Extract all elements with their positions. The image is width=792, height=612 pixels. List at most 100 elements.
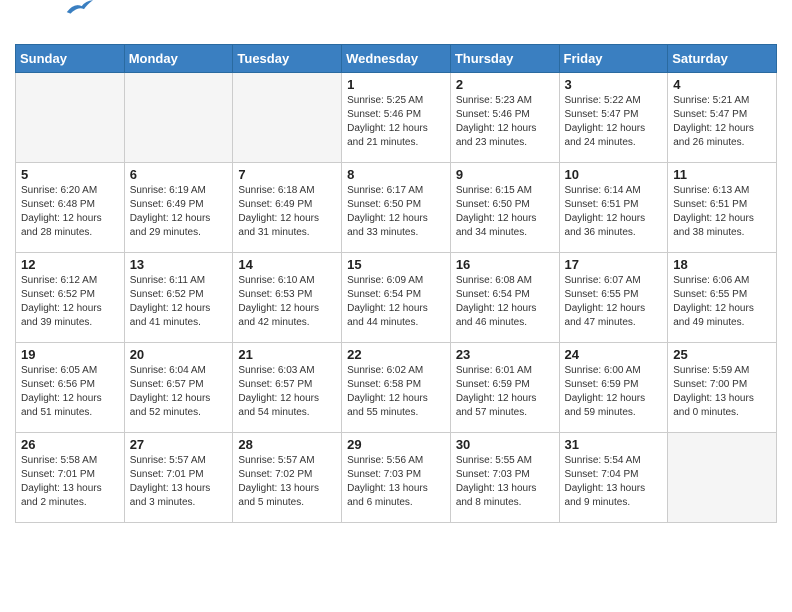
calendar-day-cell [233,73,342,163]
day-info-text: Sunrise: 6:19 AM Sunset: 6:49 PM Dayligh… [130,184,228,240]
day-number: 2 [456,77,554,92]
calendar-header-row: SundayMondayTuesdayWednesdayThursdayFrid… [16,45,777,73]
calendar-day-cell: 14 Sunrise: 6:10 AM Sunset: 6:53 PM Dayli… [233,253,342,343]
day-info-text: Sunrise: 5:21 AM Sunset: 5:47 PM Dayligh… [673,94,771,150]
day-info-text: Sunrise: 5:59 AM Sunset: 7:00 PM Dayligh… [673,364,771,420]
day-info-text: Sunrise: 6:06 AM Sunset: 6:55 PM Dayligh… [673,274,771,330]
day-of-week-header: Sunday [16,45,125,73]
day-info-text: Sunrise: 6:00 AM Sunset: 6:59 PM Dayligh… [565,364,663,420]
day-info-text: Sunrise: 6:07 AM Sunset: 6:55 PM Dayligh… [565,274,663,330]
day-number: 13 [130,257,228,272]
day-info-text: Sunrise: 6:18 AM Sunset: 6:49 PM Dayligh… [238,184,336,240]
calendar-week-row: 1 Sunrise: 5:25 AM Sunset: 5:46 PM Daylig… [16,73,777,163]
calendar-day-cell: 29 Sunrise: 5:56 AM Sunset: 7:03 PM Dayli… [342,433,451,523]
day-info-text: Sunrise: 5:56 AM Sunset: 7:03 PM Dayligh… [347,454,445,510]
calendar-day-cell: 2Sunrise: 5:23 AM Sunset: 5:46 PM Daylig… [450,73,559,163]
calendar-day-cell: 31 Sunrise: 5:54 AM Sunset: 7:04 PM Dayli… [559,433,668,523]
day-number: 6 [130,167,228,182]
calendar-day-cell: 1 Sunrise: 5:25 AM Sunset: 5:46 PM Daylig… [342,73,451,163]
day-number: 19 [21,347,119,362]
day-info-text: Sunrise: 6:14 AM Sunset: 6:51 PM Dayligh… [565,184,663,240]
day-number: 15 [347,257,445,272]
calendar-day-cell: 6 Sunrise: 6:19 AM Sunset: 6:49 PM Daylig… [124,163,233,253]
calendar-week-row: 19 Sunrise: 6:05 AM Sunset: 6:56 PM Dayli… [16,343,777,433]
day-info-text: Sunrise: 6:13 AM Sunset: 6:51 PM Dayligh… [673,184,771,240]
day-number: 5 [21,167,119,182]
day-number: 27 [130,437,228,452]
day-number: 7 [238,167,336,182]
calendar-day-cell: 7 Sunrise: 6:18 AM Sunset: 6:49 PM Daylig… [233,163,342,253]
calendar-week-row: 5 Sunrise: 6:20 AM Sunset: 6:48 PM Daylig… [16,163,777,253]
day-number: 12 [21,257,119,272]
calendar-day-cell: 3 Sunrise: 5:22 AM Sunset: 5:47 PM Daylig… [559,73,668,163]
logo-bird-icon [63,0,93,18]
calendar-day-cell: 27 Sunrise: 5:57 AM Sunset: 7:01 PM Dayli… [124,433,233,523]
day-number: 31 [565,437,663,452]
calendar-day-cell: 4 Sunrise: 5:21 AM Sunset: 5:47 PM Daylig… [668,73,777,163]
day-info-text: Sunrise: 6:05 AM Sunset: 6:56 PM Dayligh… [21,364,119,420]
day-info-text: Sunrise: 6:20 AM Sunset: 6:48 PM Dayligh… [21,184,119,240]
calendar-day-cell: 23 Sunrise: 6:01 AM Sunset: 6:59 PM Dayli… [450,343,559,433]
day-number: 3 [565,77,663,92]
calendar-day-cell: 15 Sunrise: 6:09 AM Sunset: 6:54 PM Dayli… [342,253,451,343]
calendar-day-cell: 12 Sunrise: 6:12 AM Sunset: 6:52 PM Dayli… [16,253,125,343]
calendar-day-cell: 17 Sunrise: 6:07 AM Sunset: 6:55 PM Dayli… [559,253,668,343]
calendar-week-row: 12 Sunrise: 6:12 AM Sunset: 6:52 PM Dayli… [16,253,777,343]
day-number: 14 [238,257,336,272]
calendar-day-cell: 25Sunrise: 5:59 AM Sunset: 7:00 PM Dayli… [668,343,777,433]
day-info-text: Sunrise: 5:25 AM Sunset: 5:46 PM Dayligh… [347,94,445,150]
calendar-day-cell: 22 Sunrise: 6:02 AM Sunset: 6:58 PM Dayli… [342,343,451,433]
day-info-text: Sunrise: 5:58 AM Sunset: 7:01 PM Dayligh… [21,454,119,510]
day-info-text: Sunrise: 6:10 AM Sunset: 6:53 PM Dayligh… [238,274,336,330]
day-number: 10 [565,167,663,182]
day-info-text: Sunrise: 6:04 AM Sunset: 6:57 PM Dayligh… [130,364,228,420]
day-info-text: Sunrise: 5:57 AM Sunset: 7:02 PM Dayligh… [238,454,336,510]
day-number: 30 [456,437,554,452]
day-number: 1 [347,77,445,92]
day-of-week-header: Friday [559,45,668,73]
day-info-text: Sunrise: 6:09 AM Sunset: 6:54 PM Dayligh… [347,274,445,330]
day-info-text: Sunrise: 6:12 AM Sunset: 6:52 PM Dayligh… [21,274,119,330]
day-number: 18 [673,257,771,272]
calendar-week-row: 26 Sunrise: 5:58 AM Sunset: 7:01 PM Dayli… [16,433,777,523]
day-number: 17 [565,257,663,272]
day-info-text: Sunrise: 6:08 AM Sunset: 6:54 PM Dayligh… [456,274,554,330]
day-number: 29 [347,437,445,452]
day-info-text: Sunrise: 6:02 AM Sunset: 6:58 PM Dayligh… [347,364,445,420]
calendar-day-cell: 24Sunrise: 6:00 AM Sunset: 6:59 PM Dayli… [559,343,668,433]
calendar-table: SundayMondayTuesdayWednesdayThursdayFrid… [15,44,777,523]
day-number: 23 [456,347,554,362]
calendar-day-cell: 28 Sunrise: 5:57 AM Sunset: 7:02 PM Dayli… [233,433,342,523]
day-info-text: Sunrise: 6:01 AM Sunset: 6:59 PM Dayligh… [456,364,554,420]
calendar-day-cell [668,433,777,523]
day-info-text: Sunrise: 5:22 AM Sunset: 5:47 PM Dayligh… [565,94,663,150]
calendar-day-cell: 11 Sunrise: 6:13 AM Sunset: 6:51 PM Dayli… [668,163,777,253]
calendar-day-cell [124,73,233,163]
day-number: 9 [456,167,554,182]
calendar-day-cell: 21Sunrise: 6:03 AM Sunset: 6:57 PM Dayli… [233,343,342,433]
day-number: 11 [673,167,771,182]
day-number: 26 [21,437,119,452]
page-header [15,10,777,36]
calendar-day-cell: 13 Sunrise: 6:11 AM Sunset: 6:52 PM Dayli… [124,253,233,343]
day-info-text: Sunrise: 5:57 AM Sunset: 7:01 PM Dayligh… [130,454,228,510]
day-info-text: Sunrise: 6:17 AM Sunset: 6:50 PM Dayligh… [347,184,445,240]
day-of-week-header: Wednesday [342,45,451,73]
day-info-text: Sunrise: 6:03 AM Sunset: 6:57 PM Dayligh… [238,364,336,420]
calendar-day-cell [16,73,125,163]
day-number: 28 [238,437,336,452]
day-info-text: Sunrise: 6:15 AM Sunset: 6:50 PM Dayligh… [456,184,554,240]
day-number: 20 [130,347,228,362]
calendar-day-cell: 9 Sunrise: 6:15 AM Sunset: 6:50 PM Daylig… [450,163,559,253]
day-info-text: Sunrise: 5:55 AM Sunset: 7:03 PM Dayligh… [456,454,554,510]
calendar-day-cell: 18 Sunrise: 6:06 AM Sunset: 6:55 PM Dayli… [668,253,777,343]
day-number: 22 [347,347,445,362]
day-number: 4 [673,77,771,92]
day-info-text: Sunrise: 6:11 AM Sunset: 6:52 PM Dayligh… [130,274,228,330]
day-of-week-header: Thursday [450,45,559,73]
day-of-week-header: Monday [124,45,233,73]
calendar-day-cell: 26 Sunrise: 5:58 AM Sunset: 7:01 PM Dayli… [16,433,125,523]
day-info-text: Sunrise: 5:54 AM Sunset: 7:04 PM Dayligh… [565,454,663,510]
day-of-week-header: Tuesday [233,45,342,73]
logo [15,10,93,36]
